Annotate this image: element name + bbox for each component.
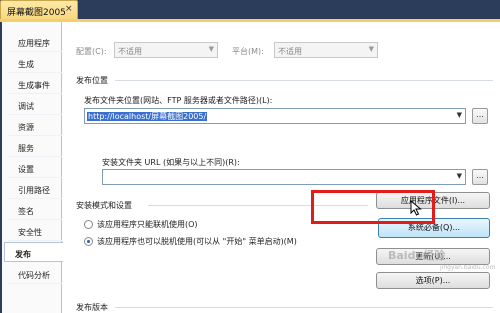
sidebar-item-reference-paths[interactable]: 引用路径 — [8, 179, 62, 199]
browse-url-button[interactable]: ... — [472, 169, 488, 185]
watermark: Baidu经验 — [388, 249, 446, 262]
chevron-down-icon[interactable]: ▼ — [457, 111, 462, 119]
sidebar-item-security[interactable]: 安全性 — [8, 221, 62, 241]
publish-folder-input[interactable]: http://localhost/屏幕截图2005/ ▼ — [84, 108, 466, 124]
sidebar-item-settings[interactable]: 设置 — [8, 158, 62, 178]
section-divider — [115, 80, 493, 81]
publish-page: 配置(C): 不适用 ▼ 平台(M): 不适用 ▼ 发布位置 发布文件夹位置(网… — [63, 22, 500, 313]
sidebar-item-application[interactable]: 应用程序 — [8, 32, 62, 52]
offline-radio[interactable] — [84, 237, 93, 246]
chevron-down-icon: ▼ — [208, 45, 214, 53]
watermark-url: jingyan.baidu.com — [440, 264, 496, 271]
config-value: 不适用 — [118, 47, 142, 56]
chevron-down-icon[interactable]: ▼ — [457, 172, 462, 180]
sidebar-item-debug[interactable]: 调试 — [8, 95, 62, 115]
publish-folder-label: 发布文件夹位置(网站、FTP 服务器或者文件路径)(L): — [84, 96, 273, 105]
sidebar-item-build[interactable]: 生成 — [8, 53, 62, 73]
publish-location-heading: 发布位置 — [76, 76, 108, 85]
publish-version-heading: 发布版本 — [76, 303, 108, 312]
options-button[interactable]: 选项(P)... — [376, 272, 490, 289]
online-only-radio[interactable] — [84, 220, 93, 229]
mouse-cursor-icon — [410, 200, 422, 216]
sidebar-item-signing[interactable]: 签名 — [8, 200, 62, 220]
sidebar-item-services[interactable]: 服务 — [8, 137, 62, 157]
section-divider — [115, 307, 493, 308]
project-properties-window: 应用程序 生成 生成事件 调试 资源 服务 设置 引用路径 签名 安全性 发布 … — [2, 22, 500, 313]
install-mode-heading: 安装模式和设置 — [76, 201, 132, 210]
config-select: 不适用 ▼ — [114, 42, 218, 58]
sidebar-item-publish[interactable]: 发布 — [4, 242, 64, 262]
online-only-label: 该应用程序只能联机使用(O) — [97, 220, 198, 229]
platform-label: 平台(M): — [232, 47, 264, 56]
offline-label: 该应用程序也可以脱机使用(可以从 "开始" 菜单启动)(M) — [97, 237, 297, 246]
sidebar-item-code-analysis[interactable]: 代码分析 — [8, 264, 62, 284]
sidebar: 应用程序 生成 生成事件 调试 资源 服务 设置 引用路径 签名 安全性 发布 … — [2, 22, 64, 313]
install-url-input[interactable]: ▼ — [102, 169, 466, 185]
document-tab[interactable]: 屏幕截图2005 × — [0, 0, 78, 20]
config-label: 配置(C): — [76, 47, 107, 56]
close-icon[interactable]: × — [65, 4, 73, 14]
document-tab-title: 屏幕截图2005 — [7, 8, 66, 18]
sidebar-item-build-events[interactable]: 生成事件 — [8, 74, 62, 94]
browse-folder-button[interactable]: ... — [472, 108, 488, 124]
platform-select: 不适用 ▼ — [274, 42, 378, 58]
platform-value: 不适用 — [278, 47, 302, 56]
publish-folder-value: http://localhost/屏幕截图2005/ — [87, 112, 208, 121]
install-url-label: 安装文件夹 URL (如果与以上不同)(R): — [102, 158, 240, 167]
chevron-down-icon: ▼ — [368, 45, 374, 53]
sidebar-item-resources[interactable]: 资源 — [8, 116, 62, 136]
